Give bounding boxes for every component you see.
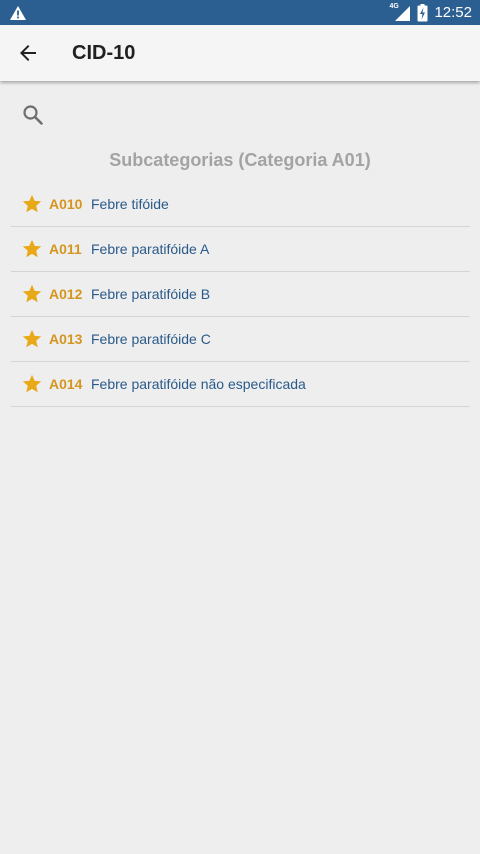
list-item[interactable]: A014 Febre paratifóide não especificada [11, 362, 470, 407]
signal-icon: 4G [389, 2, 411, 22]
item-code: A011 [49, 241, 82, 257]
arrow-back-icon [18, 43, 38, 63]
search-bar [0, 92, 480, 138]
item-label: Febre paratifóide C [91, 331, 211, 347]
star-icon[interactable] [21, 238, 43, 260]
star-icon[interactable] [21, 328, 43, 350]
star-icon[interactable] [21, 373, 43, 395]
battery-charging-icon [417, 3, 428, 22]
warning-icon [9, 5, 27, 21]
item-label: Febre paratifóide não especificada [91, 376, 306, 392]
search-icon [22, 104, 44, 126]
status-indicators: 4G 12:52 [389, 0, 472, 25]
subcategory-list: A010 Febre tifóide A011 Febre paratifóid… [11, 182, 470, 407]
item-label: Febre paratifóide A [91, 241, 210, 257]
item-label: Febre tifóide [91, 196, 169, 212]
list-item[interactable]: A011 Febre paratifóide A [11, 227, 470, 272]
search-button[interactable] [10, 92, 56, 138]
list-item[interactable]: A013 Febre paratifóide C [11, 317, 470, 362]
status-time: 12:52 [434, 4, 472, 21]
section-title: Subcategorias (Categoria A01) [109, 150, 371, 170]
star-icon[interactable] [21, 193, 43, 215]
item-code: A012 [49, 286, 83, 302]
item-code: A010 [49, 196, 83, 212]
list-item[interactable]: A010 Febre tifóide [11, 182, 470, 227]
list-item[interactable]: A012 Febre paratifóide B [11, 272, 470, 317]
app-toolbar: CID-10 [0, 25, 480, 81]
search-input[interactable] [56, 94, 480, 136]
item-code: A014 [49, 376, 83, 392]
back-button[interactable] [0, 25, 56, 81]
status-bar: 4G 12:52 [0, 0, 480, 25]
network-type-label: 4G [389, 2, 399, 10]
item-code: A013 [49, 331, 83, 347]
page-title: CID-10 [72, 41, 136, 64]
item-label: Febre paratifóide B [91, 286, 211, 302]
star-icon[interactable] [21, 283, 43, 305]
